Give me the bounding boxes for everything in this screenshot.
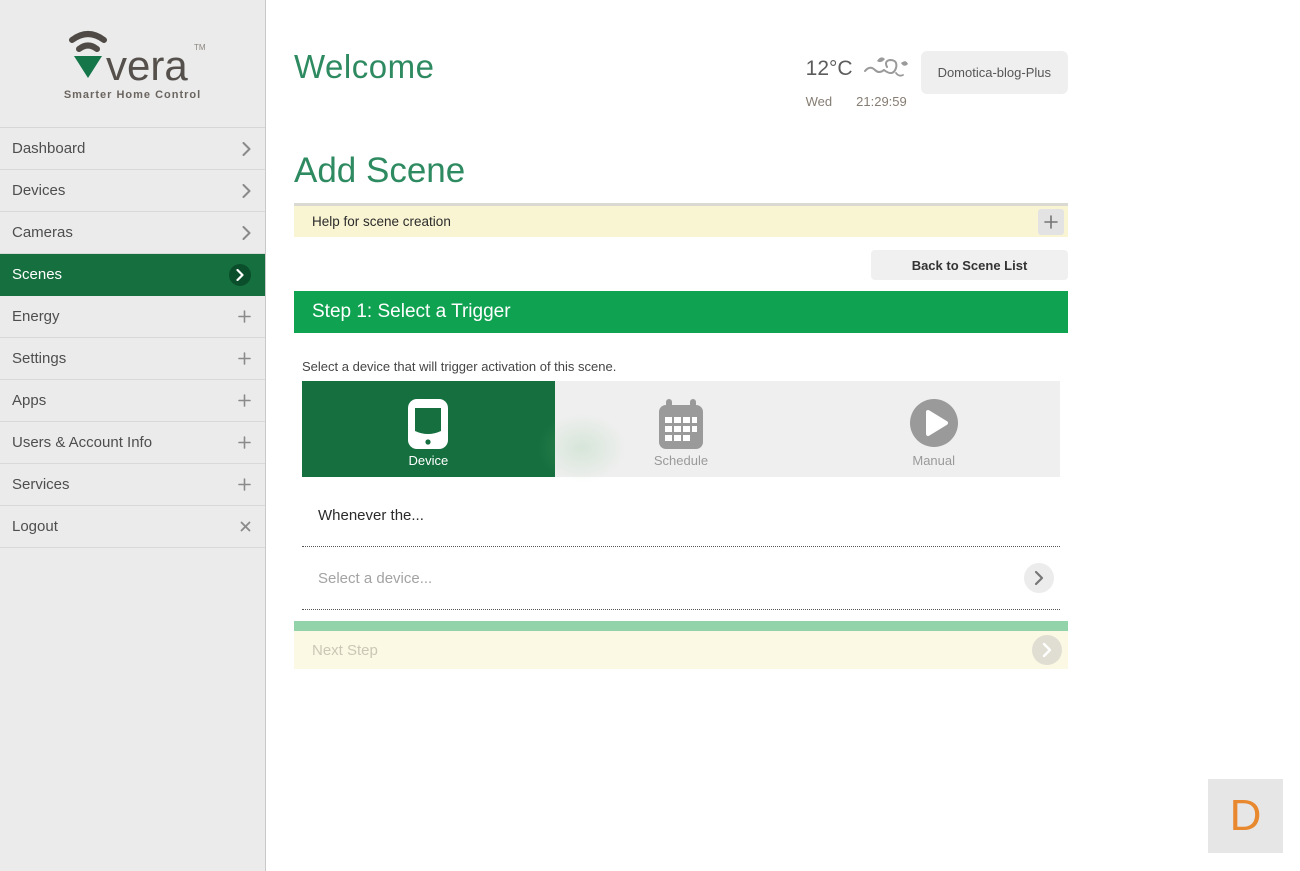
chevron-right-icon <box>242 141 251 156</box>
next-step-row[interactable]: Next Step <box>294 631 1068 669</box>
close-icon <box>240 521 251 532</box>
user-avatar[interactable]: D <box>1208 779 1283 853</box>
main-content: Welcome 12°C Wed 21:29:59 Domotica-blog-… <box>294 0 1068 669</box>
sidebar-item-label: Scenes <box>12 266 63 283</box>
trigger-type-tiles: Device Schedule Manual <box>302 381 1061 483</box>
sidebar-item-energy[interactable]: Energy <box>0 296 265 338</box>
dotted-divider <box>302 609 1060 610</box>
page-greeting: Welcome <box>294 48 435 85</box>
clock-time: 21:29:59 <box>856 94 907 109</box>
sidebar-item-logout[interactable]: Logout <box>0 506 265 548</box>
chevron-right-icon <box>242 183 251 198</box>
sidebar-item-scenes[interactable]: Scenes <box>0 254 265 296</box>
select-device-label: Select a device... <box>318 569 433 587</box>
back-row: Back to Scene List <box>294 250 1068 280</box>
trigger-tile-schedule[interactable]: Schedule <box>536 381 808 483</box>
sidebar-nav: Dashboard Devices Cameras Scenes Energy <box>0 128 265 548</box>
step-header: Step 1: Select a Trigger <box>294 291 1068 333</box>
chevron-right-icon <box>242 225 251 240</box>
windy-swirl-icon <box>863 51 909 86</box>
help-expand-button[interactable] <box>1038 208 1064 235</box>
temperature-value: 12°C <box>805 56 853 80</box>
sidebar-item-services[interactable]: Services <box>0 464 265 506</box>
trigger-tile-manual[interactable]: Manual <box>807 381 1061 477</box>
chevron-right-circle-icon[interactable] <box>1032 635 1062 665</box>
sidebar-item-dashboard[interactable]: Dashboard <box>0 128 265 170</box>
sidebar-item-apps[interactable]: Apps <box>0 380 265 422</box>
step-title: Step 1: Select a Trigger <box>312 301 511 322</box>
sidebar-item-devices[interactable]: Devices <box>0 170 265 212</box>
vera-tm: TM <box>194 43 206 52</box>
help-label: Help for scene creation <box>312 214 451 229</box>
next-step-label: Next Step <box>312 641 378 659</box>
plus-icon <box>238 394 251 407</box>
sidebar-item-label: Settings <box>12 350 67 367</box>
sidebar-item-label: Services <box>12 476 70 493</box>
sidebar-item-label: Dashboard <box>12 140 86 157</box>
sidebar-item-label: Apps <box>12 392 47 409</box>
whenever-label: Whenever the... <box>318 507 424 524</box>
calendar-icon <box>656 397 706 456</box>
chevron-right-circle-icon[interactable] <box>1024 563 1054 593</box>
vera-logo: vera TM Smarter Home Control <box>0 0 265 128</box>
sidebar-item-label: Users & Account Info <box>12 434 153 451</box>
avatar-initial: D <box>1229 791 1262 840</box>
step-instruction: Select a device that will trigger activa… <box>302 359 617 374</box>
device-tablet-icon <box>406 397 450 456</box>
page-title: Add Scene <box>294 151 466 190</box>
sidebar-item-label: Cameras <box>12 224 73 241</box>
controller-selector[interactable]: Domotica-blog-Plus <box>920 51 1068 94</box>
plus-icon <box>1044 214 1058 229</box>
plus-icon <box>238 310 251 323</box>
sidebar-item-label: Devices <box>12 182 66 199</box>
sidebar-item-label: Logout <box>12 518 58 535</box>
play-circle-icon <box>908 397 960 454</box>
select-device-row[interactable]: Select a device... <box>302 547 1060 609</box>
header: Welcome 12°C Wed 21:29:59 Domotica-blog-… <box>294 48 1068 109</box>
plus-icon <box>238 352 251 365</box>
sidebar-item-users-account-info[interactable]: Users & Account Info <box>0 422 265 464</box>
chevron-right-circle-icon <box>229 263 251 286</box>
sidebar: vera TM Smarter Home Control Dashboard D… <box>0 0 266 871</box>
weekday-label: Wed <box>805 94 833 109</box>
step-progress-bar <box>294 621 1068 631</box>
weather-widget: 12°C Wed 21:29:59 Domotica-blog-Plus <box>806 51 1068 109</box>
trigger-tile-device[interactable]: Device <box>302 381 555 477</box>
plus-icon <box>238 478 251 491</box>
vera-wordmark: vera <box>106 42 188 88</box>
sidebar-item-settings[interactable]: Settings <box>0 338 265 380</box>
plus-icon <box>238 436 251 449</box>
vera-tagline: Smarter Home Control <box>63 89 202 101</box>
help-bar[interactable]: Help for scene creation <box>294 203 1068 237</box>
sidebar-item-cameras[interactable]: Cameras <box>0 212 265 254</box>
sidebar-item-label: Energy <box>12 308 60 325</box>
trigger-tile-label: Manual <box>912 453 955 468</box>
vera-logo-icon: vera TM <box>68 31 206 88</box>
weather-info: 12°C Wed 21:29:59 <box>806 51 909 109</box>
back-to-scene-list-button[interactable]: Back to Scene List <box>871 250 1068 280</box>
